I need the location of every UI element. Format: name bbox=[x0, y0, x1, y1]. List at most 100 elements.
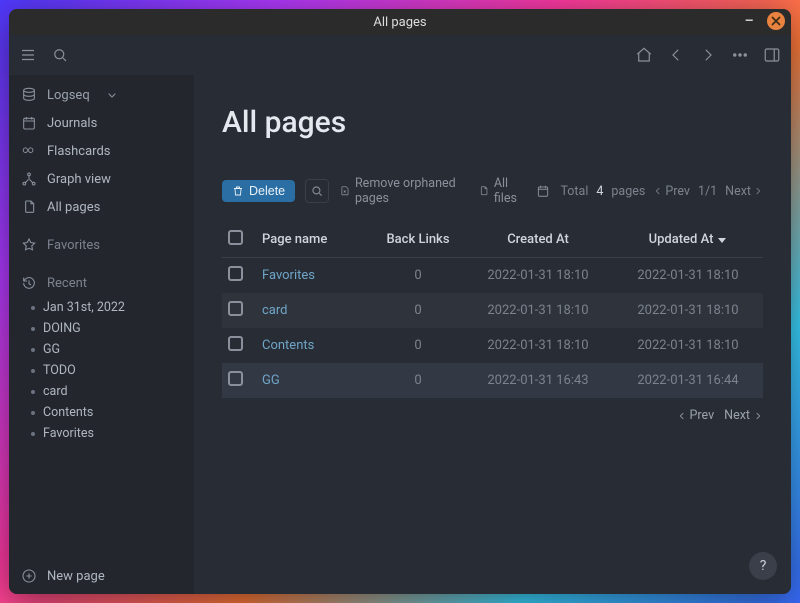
nav-all-pages[interactable]: All pages bbox=[9, 193, 194, 221]
row-checkbox[interactable] bbox=[228, 266, 243, 281]
recent-item[interactable]: card bbox=[31, 381, 194, 402]
recent-heading[interactable]: Recent bbox=[9, 269, 194, 297]
favorites-label: Favorites bbox=[47, 238, 100, 253]
page-link[interactable]: Favorites bbox=[262, 268, 315, 283]
recent-item[interactable]: GG bbox=[31, 339, 194, 360]
total-suffix: pages bbox=[611, 184, 645, 199]
new-page-button[interactable]: New page bbox=[9, 558, 194, 594]
top-toolbar bbox=[9, 35, 791, 75]
page-title: All pages bbox=[222, 105, 763, 140]
nav-label: Flashcards bbox=[47, 144, 111, 159]
calendar-icon bbox=[536, 184, 550, 198]
all-files-label: All files bbox=[494, 176, 527, 206]
row-created: 2022-01-31 16:43 bbox=[463, 363, 613, 398]
recent-item[interactable]: Favorites bbox=[31, 423, 194, 444]
bottom-pager: Prev Next bbox=[222, 408, 763, 423]
back-icon[interactable] bbox=[667, 46, 685, 64]
new-page-label: New page bbox=[47, 569, 105, 584]
pager-prev-bottom[interactable]: Prev bbox=[677, 408, 715, 423]
pager-next-bottom[interactable]: Next bbox=[724, 408, 763, 423]
infinity-icon bbox=[21, 143, 37, 159]
all-files-button[interactable]: All files bbox=[478, 176, 527, 206]
col-name[interactable]: Page name bbox=[256, 222, 373, 258]
forward-icon[interactable] bbox=[699, 46, 717, 64]
next-label: Next bbox=[725, 184, 751, 199]
row-checkbox[interactable] bbox=[228, 371, 243, 386]
home-icon[interactable] bbox=[635, 46, 653, 64]
nav-label: Graph view bbox=[47, 172, 111, 187]
row-backlinks: 0 bbox=[373, 363, 463, 398]
col-created[interactable]: Created At bbox=[463, 222, 613, 258]
file-x-icon bbox=[339, 184, 350, 198]
trash-icon bbox=[232, 185, 244, 197]
row-backlinks: 0 bbox=[373, 293, 463, 328]
table-row[interactable]: card02022-01-31 18:102022-01-31 18:10 bbox=[222, 293, 763, 328]
main-content: All pages Delete Remove orphaned pages A… bbox=[194, 75, 791, 594]
search-icon[interactable] bbox=[51, 46, 69, 64]
page-link[interactable]: card bbox=[262, 303, 288, 318]
nav-graph-view[interactable]: Graph view bbox=[9, 165, 194, 193]
nav-journals[interactable]: Journals bbox=[9, 109, 194, 137]
pager-next[interactable]: Next bbox=[725, 184, 763, 199]
delete-button[interactable]: Delete bbox=[222, 180, 295, 202]
page-link[interactable]: GG bbox=[262, 373, 280, 388]
window-minimize-button[interactable]: – bbox=[741, 13, 757, 29]
top-pager: Total 4 pages Prev 1/1 Next bbox=[560, 184, 763, 199]
delete-label: Delete bbox=[249, 184, 285, 198]
col-backlinks[interactable]: Back Links bbox=[373, 222, 463, 258]
recent-item[interactable]: DOING bbox=[31, 318, 194, 339]
nav-label: Journals bbox=[47, 116, 97, 131]
chevron-down-icon bbox=[104, 87, 120, 103]
right-sidebar-toggle-icon[interactable] bbox=[763, 46, 781, 64]
remove-orphaned-button[interactable]: Remove orphaned pages bbox=[339, 176, 468, 206]
prev-label: Prev bbox=[665, 184, 690, 199]
menu-icon[interactable] bbox=[19, 46, 37, 64]
row-updated: 2022-01-31 16:44 bbox=[613, 363, 763, 398]
row-created: 2022-01-31 18:10 bbox=[463, 293, 613, 328]
row-checkbox[interactable] bbox=[228, 336, 243, 351]
title-bar: All pages – bbox=[9, 9, 791, 35]
sort-desc-icon bbox=[717, 235, 727, 245]
more-icon[interactable] bbox=[731, 46, 749, 64]
date-picker-button[interactable] bbox=[536, 184, 550, 198]
window-title: All pages bbox=[373, 15, 426, 30]
recent-list: Jan 31st, 2022DOINGGGTODOcardContentsFav… bbox=[9, 297, 194, 444]
sidebar: Logseq Journals Flashcards Graph view Al… bbox=[9, 75, 194, 594]
row-updated: 2022-01-31 18:10 bbox=[613, 293, 763, 328]
recent-label: Recent bbox=[47, 276, 87, 291]
pages-table: Page name Back Links Created At Updated … bbox=[222, 222, 763, 398]
recent-item[interactable]: TODO bbox=[31, 360, 194, 381]
pager-prev[interactable]: Prev bbox=[653, 184, 690, 199]
calendar-icon bbox=[21, 115, 37, 131]
next-label: Next bbox=[724, 408, 750, 423]
search-pages-button[interactable] bbox=[305, 179, 328, 203]
help-label: ? bbox=[760, 558, 767, 574]
window-close-button[interactable] bbox=[767, 12, 785, 30]
favorites-heading[interactable]: Favorites bbox=[9, 231, 194, 259]
total-count: 4 bbox=[596, 184, 603, 199]
files-icon bbox=[478, 184, 489, 198]
row-backlinks: 0 bbox=[373, 328, 463, 363]
page-indicator: 1/1 bbox=[698, 184, 717, 199]
database-icon bbox=[21, 87, 37, 103]
page-link[interactable]: Contents bbox=[262, 338, 314, 353]
search-icon bbox=[310, 184, 324, 198]
select-all-checkbox[interactable] bbox=[228, 230, 243, 245]
graph-name: Logseq bbox=[47, 88, 90, 103]
row-checkbox[interactable] bbox=[228, 301, 243, 316]
table-row[interactable]: Favorites02022-01-31 18:102022-01-31 18:… bbox=[222, 258, 763, 294]
nav-flashcards[interactable]: Flashcards bbox=[9, 137, 194, 165]
prev-label: Prev bbox=[690, 408, 715, 423]
recent-item[interactable]: Jan 31st, 2022 bbox=[31, 297, 194, 318]
table-row[interactable]: Contents02022-01-31 18:102022-01-31 18:1… bbox=[222, 328, 763, 363]
help-button[interactable]: ? bbox=[749, 552, 777, 580]
history-icon bbox=[21, 275, 37, 291]
recent-item[interactable]: Contents bbox=[31, 402, 194, 423]
col-updated[interactable]: Updated At bbox=[613, 222, 763, 258]
table-row[interactable]: GG 02022-01-31 16:432022-01-31 16:44 bbox=[222, 363, 763, 398]
plus-circle-icon bbox=[21, 568, 37, 584]
graph-switcher[interactable]: Logseq bbox=[9, 81, 194, 109]
page-toolbar: Delete Remove orphaned pages All files bbox=[222, 176, 763, 206]
app-window: All pages – Logseq bbox=[9, 9, 791, 594]
row-updated: 2022-01-31 18:10 bbox=[613, 328, 763, 363]
